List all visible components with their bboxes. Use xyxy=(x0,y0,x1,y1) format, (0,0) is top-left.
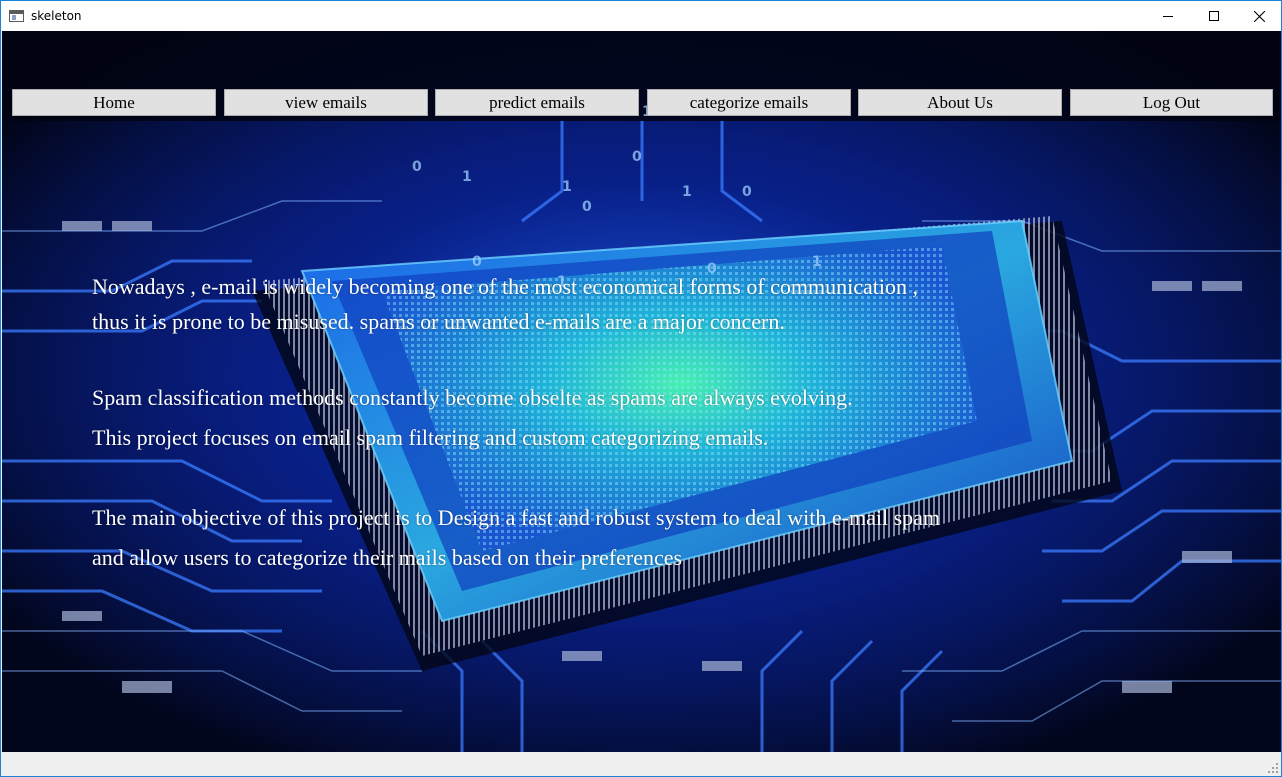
status-bar xyxy=(2,752,1281,776)
svg-text:0: 0 xyxy=(632,149,642,165)
svg-text:1: 1 xyxy=(682,184,692,200)
main-content: 1 0 1 0 1 0 1 0 0 0 1 1 Home view emails… xyxy=(2,31,1281,752)
svg-text:0: 0 xyxy=(742,184,752,200)
app-window: skeleton 0 1 0 1 0 1 0 0 0 1 1 Home view… xyxy=(0,0,1282,777)
close-button[interactable] xyxy=(1236,1,1282,31)
maximize-button[interactable] xyxy=(1191,1,1237,31)
nav-log-out-button[interactable]: Log Out xyxy=(1070,89,1273,116)
close-icon xyxy=(1253,10,1265,22)
title-bar[interactable]: skeleton xyxy=(1,1,1281,31)
svg-text:0: 0 xyxy=(472,254,482,270)
nav-bar: Home view emails predict emails categori… xyxy=(2,31,1281,131)
svg-text:1: 1 xyxy=(562,179,572,195)
maximize-icon xyxy=(1209,11,1219,21)
nav-categorize-emails-button[interactable]: categorize emails xyxy=(647,89,851,116)
nav-about-us-button[interactable]: About Us xyxy=(858,89,1062,116)
minimize-icon xyxy=(1163,16,1173,17)
nav-view-emails-button[interactable]: view emails xyxy=(224,89,428,116)
classification-paragraph-line-2: This project focuses on email spam filte… xyxy=(92,425,769,450)
svg-text:1: 1 xyxy=(462,169,472,185)
nav-predict-emails-button[interactable]: predict emails xyxy=(435,89,639,116)
classification-paragraph-line-1: Spam classification methods constantly b… xyxy=(92,385,853,410)
minimize-button[interactable] xyxy=(1145,1,1191,31)
resize-grip-icon[interactable] xyxy=(1267,762,1279,774)
svg-text:0: 0 xyxy=(582,199,592,215)
app-icon xyxy=(9,10,24,22)
nav-home-button[interactable]: Home xyxy=(12,89,216,116)
intro-paragraph-line-1: Nowadays , e-mail is widely becoming one… xyxy=(92,274,919,299)
objective-paragraph-line-1: The main objective of this project is to… xyxy=(92,505,941,530)
window-title: skeleton xyxy=(31,9,82,23)
objective-paragraph-line-2: and allow users to categorize their mail… xyxy=(92,545,683,570)
intro-paragraph-line-2: thus it is prone to be misused. spams or… xyxy=(92,309,785,334)
svg-text:1: 1 xyxy=(812,254,822,270)
svg-text:0: 0 xyxy=(412,159,422,175)
